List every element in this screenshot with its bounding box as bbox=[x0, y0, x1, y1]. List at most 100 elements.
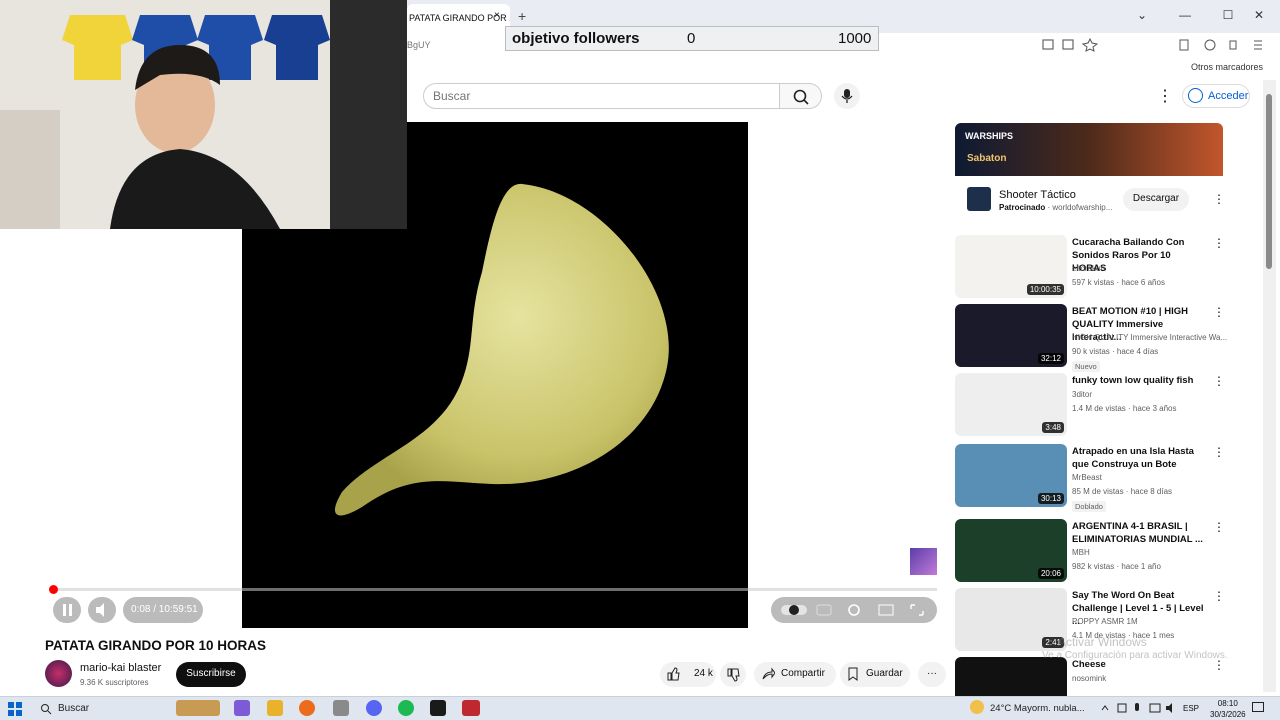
recommendation-badge: Doblado bbox=[1072, 501, 1106, 512]
like-count: 24 k bbox=[694, 668, 713, 679]
recommendation-channel[interactable]: eltorokun bbox=[1072, 264, 1105, 273]
recommendation-more-icon[interactable]: ⋮ bbox=[1213, 236, 1225, 250]
account-icon bbox=[1204, 39, 1216, 51]
other-bookmarks[interactable]: Otros marcadores bbox=[1191, 62, 1263, 72]
app-icon[interactable] bbox=[333, 700, 349, 716]
translate-icon bbox=[1042, 39, 1054, 50]
search-input[interactable] bbox=[433, 89, 763, 103]
dislike-button[interactable] bbox=[720, 662, 746, 687]
notifications-icon[interactable] bbox=[1252, 702, 1264, 712]
app-icon-3[interactable] bbox=[462, 700, 480, 716]
clock-date: 30/3/2026 bbox=[1210, 710, 1246, 719]
recommendation-thumbnail[interactable]: 30:13 bbox=[955, 444, 1067, 507]
ad-more-icon[interactable]: ⋮ bbox=[1213, 192, 1225, 206]
recommendation-thumbnail[interactable]: 2:41 bbox=[955, 588, 1067, 651]
recommendation-more-icon[interactable]: ⋮ bbox=[1213, 589, 1225, 603]
recommendation-title[interactable]: Atrapado en una Isla Hasta que Construya… bbox=[1072, 445, 1207, 471]
taskbar-clock[interactable]: 08:10 30/3/2026 bbox=[1210, 698, 1246, 720]
followers-goal-label: objetivo followers bbox=[512, 30, 640, 47]
recommendation-more-icon[interactable]: ⋮ bbox=[1213, 445, 1225, 459]
microphone-icon bbox=[841, 89, 853, 103]
channel-name[interactable]: mario-kai blaster bbox=[80, 662, 161, 674]
file-explorer-icon[interactable] bbox=[267, 700, 283, 716]
maximize-button[interactable]: ☐ bbox=[1218, 8, 1238, 22]
recommendation-more-icon[interactable]: ⋮ bbox=[1213, 374, 1225, 388]
pause-button[interactable] bbox=[53, 597, 81, 623]
taskbar-search-icon bbox=[41, 704, 52, 715]
recommendation-title[interactable]: funky town low quality fish bbox=[1072, 374, 1207, 387]
search-button[interactable] bbox=[780, 83, 822, 109]
recommendation-channel[interactable]: nosomink bbox=[1072, 674, 1106, 683]
tray-icon bbox=[1117, 703, 1127, 713]
recommendation-more-icon[interactable]: ⋮ bbox=[1213, 305, 1225, 319]
subscribe-button[interactable]: Suscribirse bbox=[176, 662, 246, 687]
more-actions-button[interactable]: ··· bbox=[918, 662, 946, 687]
settings-more-icon[interactable]: ⋮ bbox=[1157, 86, 1173, 106]
volume-button[interactable] bbox=[88, 597, 116, 623]
ad-title[interactable]: Shooter Táctico bbox=[999, 189, 1076, 201]
autoplay-toggle-icon bbox=[781, 605, 807, 615]
subtitles-icon bbox=[816, 604, 832, 616]
subscriber-count: 9.36 K suscriptores bbox=[80, 678, 149, 687]
close-window-button[interactable]: ✕ bbox=[1249, 8, 1269, 22]
recommendation-channel[interactable]: POPPY ASMR 1M bbox=[1072, 617, 1138, 626]
channel-avatar[interactable] bbox=[45, 660, 72, 687]
share-icon bbox=[762, 667, 775, 680]
weather-widget[interactable]: 24°C Mayorm. nubla... bbox=[990, 703, 1085, 714]
bookmarks-bar bbox=[407, 57, 1280, 77]
settings-gear-icon bbox=[848, 604, 860, 616]
copilot-icon[interactable] bbox=[234, 700, 250, 716]
recommendation-channel[interactable]: 3ditor bbox=[1072, 390, 1092, 399]
webcam-overlay bbox=[0, 0, 407, 229]
ad-banner-image[interactable]: WARSHIPS Sabaton bbox=[955, 123, 1223, 176]
player-right-controls bbox=[771, 597, 937, 623]
streamer-webcam-image bbox=[0, 0, 407, 229]
progress-bar[interactable] bbox=[53, 588, 937, 591]
recommendation-title[interactable]: ARGENTINA 4-1 BRASIL | ELIMINATORIAS MUN… bbox=[1072, 520, 1207, 546]
sponsor-domain: · worldofwarship... bbox=[1047, 203, 1113, 212]
system-tray-icons[interactable] bbox=[1098, 702, 1178, 714]
scrollbar-thumb[interactable] bbox=[1266, 94, 1272, 269]
miniplayer-thumbnail[interactable] bbox=[910, 548, 937, 575]
recommendation-stats: 597 k vistas · hace 6 años bbox=[1072, 278, 1165, 287]
tab-close-icon[interactable]: × bbox=[494, 10, 500, 21]
doorway bbox=[330, 0, 407, 229]
video-duration: 32:12 bbox=[1037, 353, 1064, 364]
recommendation-stats: 1.4 M de vistas · hace 3 años bbox=[1072, 404, 1177, 413]
recommendation-thumbnail[interactable]: 32:12 bbox=[955, 304, 1067, 367]
discord-icon[interactable] bbox=[366, 700, 382, 716]
tab-list-icon[interactable]: ⌄ bbox=[1132, 8, 1152, 22]
recommendation-thumbnail[interactable]: 10:00:35 bbox=[955, 235, 1067, 298]
bookmark-star-icon bbox=[1081, 38, 1099, 52]
firefox-icon[interactable] bbox=[299, 700, 315, 716]
recommendation-channel[interactable]: MBH bbox=[1072, 548, 1090, 557]
progress-scrubber[interactable] bbox=[49, 585, 58, 594]
taskbar-search[interactable]: Buscar bbox=[58, 703, 89, 714]
chevron-up-icon bbox=[1101, 705, 1109, 711]
recommendation-more-icon[interactable]: ⋮ bbox=[1213, 520, 1225, 534]
recommendation-thumbnail[interactable]: 3:48 bbox=[955, 373, 1067, 436]
followers-goal-count: 1000 bbox=[838, 30, 872, 47]
toolbar-icons[interactable] bbox=[1178, 38, 1268, 52]
fullscreen-icon bbox=[910, 604, 924, 616]
share-label: Compartir bbox=[781, 668, 825, 679]
recommendation-stats: 90 k vistas · hace 4 días bbox=[1072, 347, 1159, 356]
video-duration: 30:13 bbox=[1037, 493, 1064, 504]
new-tab-icon[interactable]: + bbox=[518, 8, 526, 24]
spotify-icon[interactable] bbox=[398, 700, 414, 716]
app-icon-2[interactable] bbox=[430, 700, 446, 716]
speaker-icon bbox=[1166, 703, 1172, 713]
taskbar-widget-icon[interactable] bbox=[176, 700, 220, 716]
windows-start-icon[interactable] bbox=[8, 702, 22, 716]
voice-search-button[interactable] bbox=[834, 83, 860, 109]
windows-watermark-subtitle: Ve a Configuración para activar Windows. bbox=[1042, 650, 1228, 661]
recommendation-channel[interactable]: MrBeast bbox=[1072, 473, 1102, 482]
language-indicator[interactable]: ESP bbox=[1183, 704, 1199, 713]
ad-download-button[interactable]: Descargar bbox=[1123, 188, 1189, 211]
recommendation-thumbnail[interactable]: 20:06 bbox=[955, 519, 1067, 582]
ad-sponsor: Patrocinado · worldofwarship... bbox=[999, 203, 1112, 212]
extensions-icon bbox=[1229, 40, 1237, 50]
minimize-button[interactable]: — bbox=[1175, 8, 1195, 22]
recommendation-channel[interactable]: HIGH QUALITY Immersive Interactive Wa... bbox=[1072, 333, 1227, 342]
video-title: PATATA GIRANDO POR 10 HORAS bbox=[45, 638, 267, 653]
